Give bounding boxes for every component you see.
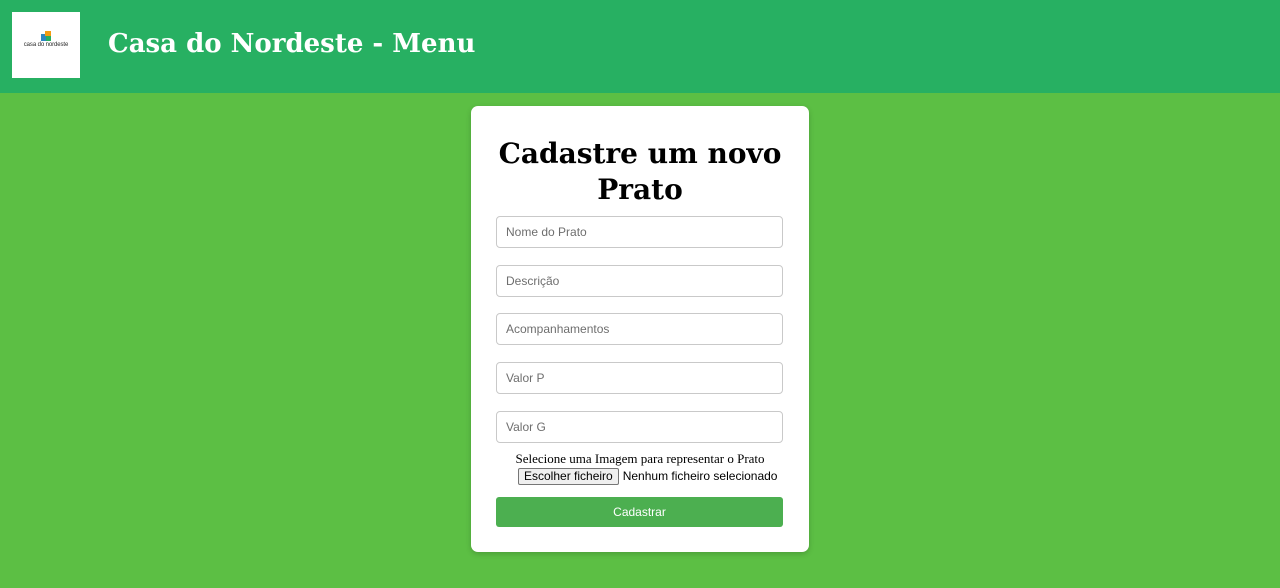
submit-button[interactable]: Cadastrar (496, 497, 783, 527)
price-small-input[interactable] (496, 362, 783, 394)
image-upload-label: Selecione uma Imagem para representar o … (515, 451, 765, 466)
register-dish-form: Cadastre um novo Prato Selecione uma Ima… (471, 106, 809, 552)
dish-name-input[interactable] (496, 216, 783, 248)
description-input[interactable] (496, 265, 783, 297)
side-dishes-input[interactable] (496, 313, 783, 345)
form-title: Cadastre um novo Prato (498, 137, 782, 206)
file-status-text: Nenhum ficheiro selecionado (622, 469, 778, 483)
page-title: Casa do Nordeste - Menu (108, 29, 476, 59)
price-large-input[interactable] (496, 411, 783, 443)
file-picker: Escolher ficheiro Nenhum ficheiro seleci… (518, 467, 777, 485)
top-header: casa do nordeste Casa do Nordeste - Menu (0, 0, 1280, 93)
house-logo-icon (41, 31, 51, 41)
logo: casa do nordeste (12, 12, 80, 78)
logo-text: casa do nordeste (23, 42, 69, 48)
choose-file-button[interactable]: Escolher ficheiro (518, 467, 619, 485)
